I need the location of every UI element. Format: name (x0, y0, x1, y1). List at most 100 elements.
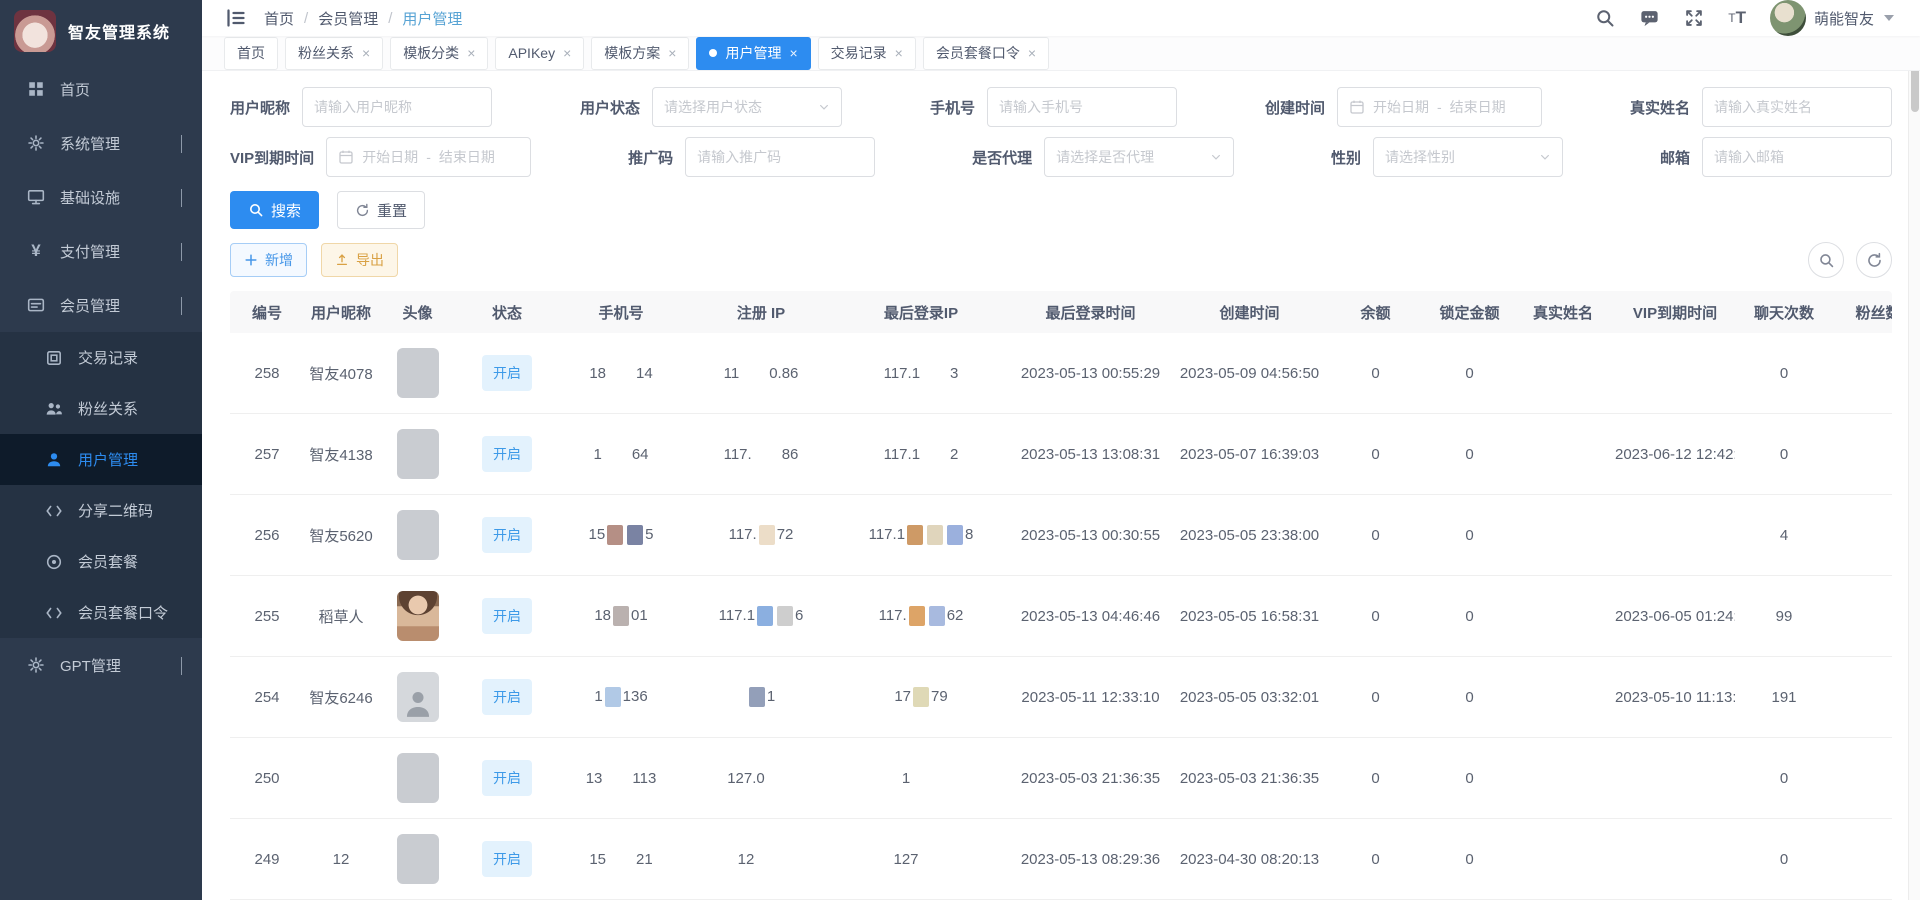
cell: 0 (1323, 608, 1428, 625)
fullscreen-icon[interactable] (1684, 8, 1704, 28)
sidebar-item[interactable]: 系统管理 (0, 116, 202, 170)
user-menu[interactable]: 萌能智友 (1770, 0, 1894, 36)
用户昵称-input[interactable] (302, 87, 492, 127)
page-scrollbar[interactable] (1908, 0, 1920, 900)
search-icon[interactable] (1595, 8, 1615, 28)
tab[interactable]: 首页 (224, 37, 278, 70)
cell: 0 (1735, 770, 1833, 787)
filter-group: 邮箱 (1660, 137, 1892, 177)
tab[interactable]: APIKey× (495, 37, 584, 70)
tab[interactable]: 模板分类× (390, 37, 488, 70)
sidebar-item[interactable]: 会员管理 (0, 278, 202, 332)
VIP到期时间-daterange[interactable]: 开始日期-结束日期 (326, 137, 531, 177)
推广码-input[interactable] (685, 137, 875, 177)
logo[interactable]: 智友管理系统 (0, 0, 202, 62)
avatar-placeholder (397, 753, 439, 803)
tab-label: 模板方案 (604, 43, 660, 63)
close-icon[interactable]: × (668, 46, 676, 60)
zoom-icon[interactable] (1808, 242, 1844, 278)
monitor-icon (26, 187, 46, 207)
close-icon[interactable]: × (362, 46, 370, 60)
calendar-icon (1349, 99, 1365, 115)
text-input[interactable] (697, 149, 863, 165)
close-icon[interactable]: × (467, 46, 475, 60)
content: 用户昵称用户状态请选择用户状态手机号创建时间开始日期-结束日期真实姓名VIP到期… (202, 71, 1920, 900)
sidebar-item[interactable]: ¥支付管理 (0, 224, 202, 278)
cell: 1 (685, 687, 837, 707)
breadcrumb-item[interactable]: 用户管理 (402, 8, 462, 29)
cell: 0 (1428, 770, 1511, 787)
sidebar-item[interactable]: 基础设施 (0, 170, 202, 224)
column-header: 聊天次数 (1735, 302, 1833, 323)
cell: 256 (230, 527, 304, 544)
close-icon[interactable]: × (789, 46, 797, 60)
column-header: 锁定金额 (1428, 302, 1511, 323)
是否代理-select[interactable]: 请选择是否代理 (1044, 137, 1234, 177)
cell-status: 开启 (457, 436, 557, 472)
search-button[interactable]: 搜索 (230, 191, 319, 229)
censor-block (907, 525, 923, 545)
sidebar-item[interactable]: GPT管理 (0, 638, 202, 692)
cell: 117.62 (837, 606, 1005, 626)
sidebar-item[interactable]: 粉丝关系 (0, 383, 202, 434)
cell: 257 (230, 446, 304, 463)
text-input[interactable] (1714, 99, 1880, 115)
breadcrumb-item[interactable]: 首页 (264, 8, 294, 29)
cell-avatar (378, 753, 457, 803)
status-badge: 开启 (482, 598, 532, 634)
真实姓名-input[interactable] (1702, 87, 1892, 127)
column-header: 真实姓名 (1511, 302, 1615, 323)
sidebar-item[interactable]: 会员套餐 (0, 536, 202, 587)
text-input[interactable] (314, 99, 480, 115)
cell: 0 (1323, 446, 1428, 463)
cell: 0 (1735, 365, 1833, 382)
filter-label: VIP到期时间 (230, 147, 314, 168)
sidebar-item[interactable]: 交易记录 (0, 332, 202, 383)
tab[interactable]: 交易记录× (818, 37, 916, 70)
close-icon[interactable]: × (1028, 46, 1036, 60)
collapse-sidebar-icon[interactable] (226, 8, 246, 28)
reset-button[interactable]: 重置 (337, 191, 425, 229)
table-row: 257智友4138开启164117.86117.122023-05-13 13:… (230, 414, 1892, 495)
cell: 2023-05-13 00:55:29 (1005, 365, 1176, 382)
text-input[interactable] (999, 99, 1165, 115)
sidebar-item[interactable]: 首页 (0, 62, 202, 116)
cell: 250 (230, 770, 304, 787)
censor-block (929, 606, 945, 626)
tab[interactable]: 模板方案 × (591, 37, 689, 70)
filter-group: VIP到期时间开始日期-结束日期 (230, 137, 531, 177)
cell: 12 (685, 851, 837, 868)
cell: 117.72 (685, 525, 837, 545)
text-input[interactable] (1714, 149, 1880, 165)
用户状态-select[interactable]: 请选择用户状态 (652, 87, 842, 127)
创建时间-daterange[interactable]: 开始日期-结束日期 (1337, 87, 1542, 127)
user-avatar (1770, 0, 1806, 36)
cell: 255 (230, 608, 304, 625)
tab[interactable]: 粉丝关系× (285, 37, 383, 70)
sidebar-item-label: 系统管理 (60, 133, 120, 154)
export-button[interactable]: 导出 (321, 243, 398, 277)
close-icon[interactable]: × (895, 46, 903, 60)
refresh-icon[interactable] (1856, 242, 1892, 278)
邮箱-input[interactable] (1702, 137, 1892, 177)
手机号-input[interactable] (987, 87, 1177, 127)
breadcrumb-item[interactable]: 会员管理 (318, 8, 378, 29)
tab[interactable]: 会员套餐口令× (923, 37, 1049, 70)
breadcrumb: 首页/会员管理/用户管理 (264, 8, 462, 29)
person-icon (44, 450, 64, 470)
column-header: 头像 (378, 302, 457, 323)
fontsize-icon[interactable]: TT (1728, 8, 1746, 28)
column-header: 最后登录时间 (1005, 302, 1176, 323)
add-button[interactable]: 新增 (230, 243, 307, 277)
tab-active[interactable]: 用户管理× (696, 37, 810, 70)
sidebar-item[interactable]: 会员套餐口令 (0, 587, 202, 638)
close-icon[interactable]: × (563, 46, 571, 60)
filter-group: 手机号 (930, 87, 1177, 127)
table-header: 编号用户昵称头像状态手机号注册 IP最后登录IP最后登录时间创建时间余额锁定金额… (230, 291, 1892, 333)
message-icon[interactable] (1639, 8, 1660, 28)
cell-avatar (378, 591, 457, 641)
性别-select[interactable]: 请选择性别 (1373, 137, 1563, 177)
sidebar-item[interactable]: 用户管理 (0, 434, 202, 485)
sidebar-item[interactable]: 分享二维码 (0, 485, 202, 536)
table-row: 258智友4078开启1814110.86117.132023-05-13 00… (230, 333, 1892, 414)
